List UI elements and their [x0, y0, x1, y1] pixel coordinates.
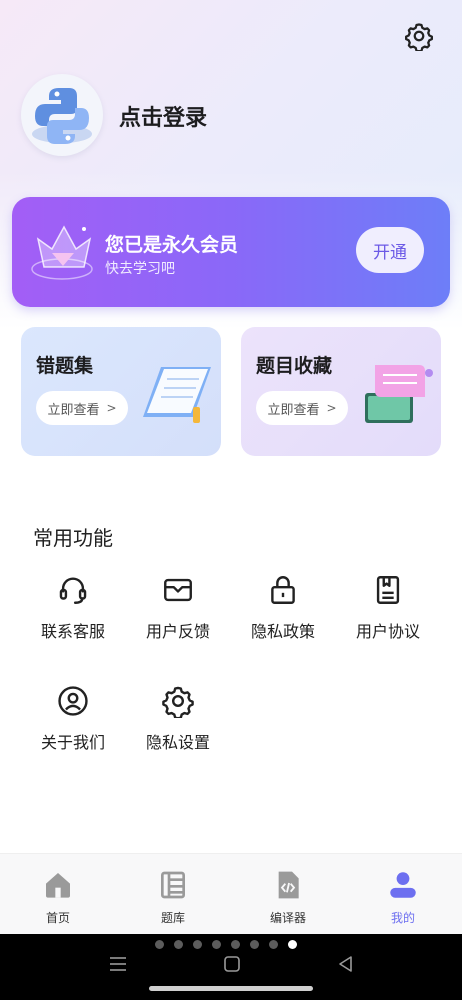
chevron-right-icon: > [106, 401, 117, 415]
page-dot [155, 940, 164, 949]
about-us-item[interactable]: 关于我们 [23, 683, 123, 763]
page-dot-active [288, 940, 297, 949]
function-label: 联系客服 [40, 622, 105, 641]
privacy-settings-item[interactable]: 隐私设置 [128, 683, 228, 763]
function-label: 隐私政策 [250, 622, 315, 641]
common-functions-title: 常用功能 [33, 526, 113, 550]
avatar[interactable] [21, 74, 103, 156]
function-label: 关于我们 [40, 733, 105, 752]
system-navigation-bar [0, 934, 462, 1000]
card-title: 错题集 [36, 355, 94, 377]
nav-label: 编译器 [269, 911, 306, 925]
page-dot [269, 940, 278, 949]
back-triangle-icon[interactable] [336, 954, 356, 974]
favorites-card[interactable]: 题目收藏 立即查看 > [241, 327, 441, 456]
page-indicator [155, 940, 297, 949]
vip-activate-button[interactable]: 开通 [356, 227, 424, 273]
vip-subtitle: 快去学习吧 [105, 261, 175, 277]
settings-button[interactable] [402, 19, 436, 53]
page-dot [231, 940, 240, 949]
nav-home[interactable]: 首页 [18, 854, 98, 934]
nav-mine[interactable]: 我的 [363, 854, 443, 934]
user-agreement-item[interactable]: 用户协议 [338, 572, 438, 652]
card-title: 题目收藏 [256, 355, 333, 377]
gear-icon [405, 23, 433, 51]
crown-diamond-icon [31, 225, 93, 280]
lock-icon [265, 572, 301, 608]
nav-label: 首页 [45, 911, 70, 925]
page-dot [212, 940, 221, 949]
view-now-label: 立即查看 [47, 402, 100, 418]
document-book-icon [370, 572, 406, 608]
vip-card[interactable]: 您已是永久会员 快去学习吧 开通 [12, 197, 450, 307]
nav-label: 题库 [160, 911, 185, 925]
feedback-envelope-icon [160, 572, 196, 608]
user-circle-icon [55, 683, 91, 719]
page-dot [174, 940, 183, 949]
person-icon [386, 868, 420, 902]
home-indicator[interactable] [149, 986, 313, 991]
chevron-right-icon: > [326, 401, 337, 415]
nav-compiler[interactable]: 编译器 [248, 854, 328, 934]
gear-icon [160, 683, 196, 719]
menu-icon[interactable] [108, 954, 128, 974]
headset-icon [55, 572, 91, 608]
bottom-navigation: 首页 题库 编译器 我的 [0, 853, 462, 935]
function-label: 用户协议 [355, 622, 420, 641]
function-label: 隐私设置 [145, 733, 210, 752]
view-now-button[interactable]: 立即查看 > [36, 391, 128, 425]
code-file-icon [271, 868, 305, 902]
privacy-policy-item[interactable]: 隐私政策 [233, 572, 333, 652]
user-feedback-item[interactable]: 用户反馈 [128, 572, 228, 652]
wrong-questions-card[interactable]: 错题集 立即查看 > [21, 327, 221, 456]
question-bank-icon [156, 868, 190, 902]
nav-label: 我的 [390, 911, 415, 925]
page-dot [193, 940, 202, 949]
notebook-pencil-illustration [143, 367, 211, 423]
contact-service-item[interactable]: 联系客服 [23, 572, 123, 652]
vip-title: 您已是永久会员 [105, 234, 239, 256]
python-logo-avatar [32, 88, 92, 144]
home-square-icon[interactable] [222, 954, 242, 974]
view-now-label: 立即查看 [267, 402, 320, 418]
page-dot [250, 940, 259, 949]
home-icon [41, 868, 75, 902]
login-link[interactable]: 点击登录 [119, 100, 207, 132]
function-label: 用户反馈 [145, 622, 210, 641]
nav-question-bank[interactable]: 题库 [133, 854, 213, 934]
view-now-button[interactable]: 立即查看 > [256, 391, 348, 425]
tablet-scroll-illustration [365, 365, 433, 423]
